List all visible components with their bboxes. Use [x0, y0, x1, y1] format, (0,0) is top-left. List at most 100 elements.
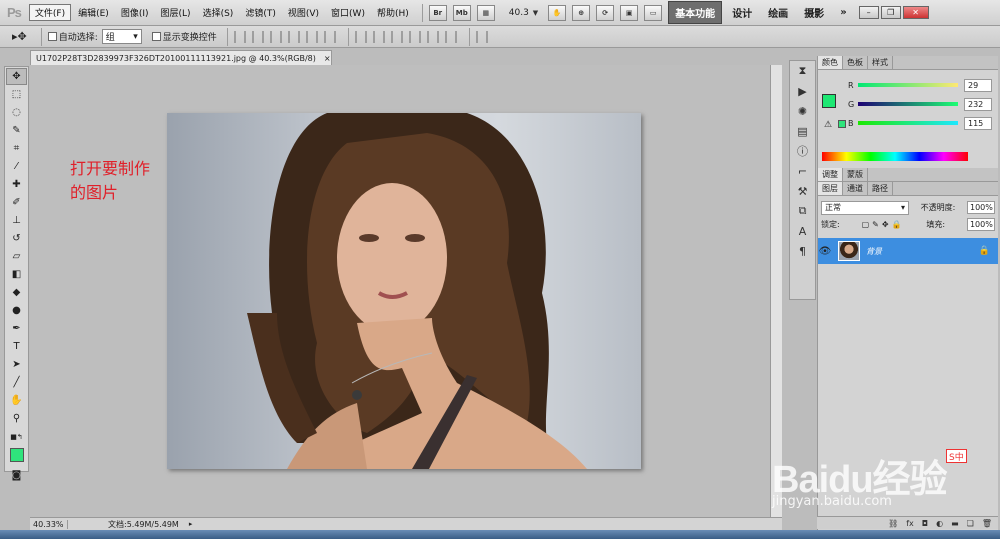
ime-indicator[interactable]: S中: [946, 449, 967, 463]
screen-mode-button[interactable]: ▭: [644, 4, 663, 21]
opacity-field[interactable]: 100%: [966, 201, 995, 214]
rotate-view-button[interactable]: ⟳: [596, 4, 615, 21]
path-select-tool-icon[interactable]: ➤: [6, 356, 27, 373]
fill-field[interactable]: 100%: [966, 218, 995, 231]
document-tab[interactable]: U1702P28T3D2839973F326DT20100111113921.j…: [30, 50, 332, 65]
history-brush-tool-icon[interactable]: ↺: [6, 230, 27, 247]
menu-edit[interactable]: 编辑(E): [73, 5, 114, 20]
fx-icon[interactable]: fx: [906, 519, 914, 528]
paragraph-panel-icon[interactable]: ¶: [790, 241, 815, 261]
green-slider[interactable]: [858, 102, 958, 106]
color-spectrum[interactable]: [822, 152, 968, 161]
tab-color[interactable]: 颜色: [818, 56, 843, 69]
new-layer-icon[interactable]: ❏: [967, 519, 974, 528]
zoom-status[interactable]: 40.33%: [30, 519, 68, 529]
distribute-left-icon[interactable]: [408, 30, 421, 43]
quick-mask-icon[interactable]: ◙: [6, 467, 27, 484]
view-extras-button[interactable]: ▦: [476, 4, 495, 21]
brush-tool-icon[interactable]: ✐: [6, 194, 27, 211]
distribute-hcenter-icon[interactable]: [426, 30, 439, 43]
move-tool-icon[interactable]: ✥: [6, 68, 27, 85]
dodge-tool-icon[interactable]: ●: [6, 302, 27, 319]
clone-stamp-tool-icon[interactable]: ⊥: [6, 212, 27, 229]
align-left-icon[interactable]: [287, 30, 300, 43]
crop-tool-icon[interactable]: ⌗: [6, 140, 27, 157]
layer-row-background[interactable]: 👁 背景 🔒: [818, 238, 998, 264]
brushes-panel-icon[interactable]: ⚒: [790, 181, 815, 201]
align-bottom-icon[interactable]: [269, 30, 282, 43]
eye-icon[interactable]: 👁: [818, 246, 832, 257]
arrange-docs-button[interactable]: ▣: [620, 4, 639, 21]
trash-icon[interactable]: 🗑: [982, 519, 992, 528]
distribute-right-icon[interactable]: [444, 30, 457, 43]
red-value[interactable]: 29: [964, 78, 992, 92]
foreground-color[interactable]: [822, 94, 836, 108]
workspace-essentials[interactable]: 基本功能: [668, 1, 723, 24]
mini-bridge-button[interactable]: Mb: [452, 4, 471, 21]
show-transform-checkbox[interactable]: [151, 32, 161, 41]
document-size[interactable]: 文档:5.49M/5.49M: [108, 519, 179, 530]
tab-masks[interactable]: 蒙版: [843, 168, 868, 181]
zoom-level[interactable]: 40.3: [509, 8, 529, 18]
green-value[interactable]: 232: [964, 97, 992, 111]
lock-options-icon[interactable]: ▢✎✥🔒: [862, 220, 905, 229]
info-panel-icon[interactable]: ⓘ: [790, 141, 815, 161]
distribute-top-icon[interactable]: [354, 30, 367, 43]
add-mask-icon[interactable]: ◘: [922, 519, 928, 528]
blue-value[interactable]: 115: [964, 116, 992, 130]
histogram-panel-icon[interactable]: ▤: [790, 121, 815, 141]
tool-presets-icon[interactable]: ⌐: [790, 161, 815, 181]
menu-select[interactable]: 选择(S): [198, 5, 239, 20]
history-panel-icon[interactable]: ⧗: [790, 61, 815, 81]
distribute-vcenter-icon[interactable]: [372, 30, 385, 43]
align-top-icon[interactable]: [233, 30, 246, 43]
status-menu-arrow-icon[interactable]: ▸: [189, 520, 193, 528]
healing-brush-tool-icon[interactable]: ✚: [6, 176, 27, 193]
warning-icon[interactable]: ⚠: [824, 120, 832, 130]
lasso-tool-icon[interactable]: ◌: [6, 104, 27, 121]
document-image[interactable]: [167, 113, 641, 469]
actions-panel-icon[interactable]: ▶: [790, 81, 815, 101]
restore-button[interactable]: ❐: [880, 6, 901, 19]
tab-layers[interactable]: 图层: [818, 182, 843, 195]
close-icon[interactable]: ×: [324, 54, 331, 63]
type-tool-icon[interactable]: T: [6, 338, 27, 355]
tab-paths[interactable]: 路径: [868, 182, 893, 195]
minimize-button[interactable]: –: [858, 6, 879, 19]
blur-tool-icon[interactable]: ◆: [6, 284, 27, 301]
swap-colors-icon[interactable]: ■↰: [6, 428, 27, 445]
close-button[interactable]: ✕: [902, 6, 929, 19]
blend-mode-dropdown[interactable]: 正常 ▾: [821, 200, 909, 215]
hand-tool-icon[interactable]: ✋: [6, 392, 27, 409]
canvas-area[interactable]: 打开要制作 的图片: [30, 65, 782, 517]
clone-source-icon[interactable]: ⧉: [790, 201, 815, 221]
auto-select-checkbox[interactable]: [47, 32, 57, 41]
vertical-scrollbar[interactable]: [770, 65, 782, 517]
character-panel-icon[interactable]: A: [790, 221, 815, 241]
workspace-photography[interactable]: 摄影: [798, 2, 830, 23]
eraser-tool-icon[interactable]: ▱: [6, 248, 27, 265]
navigator-panel-icon[interactable]: ✺: [790, 101, 815, 121]
hand-tool-button[interactable]: ✋: [548, 4, 567, 21]
more-workspaces-button[interactable]: »: [834, 4, 852, 21]
quick-select-tool-icon[interactable]: ✎: [6, 122, 27, 139]
chevron-down-icon[interactable]: ▼: [533, 9, 538, 17]
pen-tool-icon[interactable]: ✒: [6, 320, 27, 337]
menu-file[interactable]: 文件(F): [28, 4, 72, 21]
foreground-color-swatch[interactable]: [6, 446, 27, 463]
menu-image[interactable]: 图像(I): [116, 5, 154, 20]
menu-help[interactable]: 帮助(H): [372, 5, 414, 20]
red-slider[interactable]: [858, 83, 958, 87]
auto-align-icon[interactable]: [475, 30, 488, 43]
distribute-bottom-icon[interactable]: [390, 30, 403, 43]
auto-select-dropdown[interactable]: 组 ▾: [101, 29, 142, 44]
align-right-icon[interactable]: [323, 30, 336, 43]
line-tool-icon[interactable]: ╱: [6, 374, 27, 391]
workspace-painting[interactable]: 绘画: [762, 2, 794, 23]
gradient-tool-icon[interactable]: ◧: [6, 266, 27, 283]
adjustment-layer-icon[interactable]: ◐: [936, 519, 943, 528]
gamut-swatch[interactable]: [838, 120, 846, 128]
marquee-tool-icon[interactable]: ⬚: [6, 86, 27, 103]
zoom-tool-button[interactable]: ⊕: [572, 4, 591, 21]
bridge-button[interactable]: Br: [428, 4, 447, 21]
